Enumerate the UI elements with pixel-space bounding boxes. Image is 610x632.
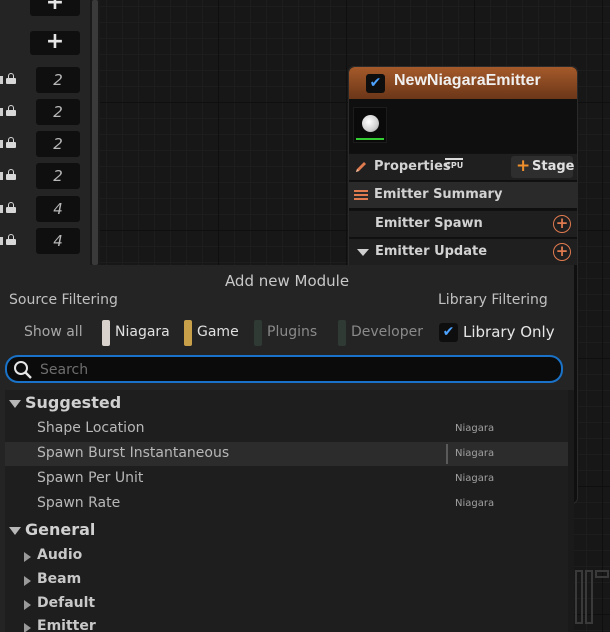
emitter-thumbnail[interactable]	[353, 107, 387, 143]
search-box[interactable]	[5, 355, 563, 383]
canvas-watermark-icon	[575, 570, 609, 624]
stage-label: Stage	[532, 159, 575, 174]
search-icon	[14, 361, 32, 379]
column-divider[interactable]	[446, 444, 448, 464]
emitter-update-label: Emitter Update	[375, 244, 488, 259]
properties-row[interactable]: Properties CPU + Stage	[349, 153, 577, 180]
list-item[interactable]: Shape Location Niagara	[5, 417, 568, 441]
lock-icon[interactable]	[6, 169, 16, 180]
category-label: General	[25, 520, 96, 539]
pencil-icon	[356, 162, 366, 172]
row-marker	[0, 108, 3, 116]
module-source: Niagara	[455, 498, 495, 509]
chip-label: Plugins	[267, 324, 318, 340]
module-source: Niagara	[455, 423, 495, 434]
left-panel-scrollbar[interactable]	[90, 0, 100, 265]
module-list[interactable]: Suggested Shape Location Niagara Spawn B…	[5, 390, 568, 632]
lock-icon[interactable]	[6, 234, 16, 245]
chip-label: Niagara	[115, 324, 170, 340]
module-name: Spawn Burst Instantaneous	[37, 445, 230, 461]
value-field[interactable]: 4	[36, 228, 80, 254]
chip-swatch	[184, 320, 192, 346]
category-label: Suggested	[25, 393, 122, 412]
subcategory-label: Emitter	[37, 618, 96, 632]
row-marker	[0, 205, 3, 213]
collapse-arrow-icon[interactable]	[357, 249, 369, 256]
properties-label: Properties	[374, 159, 451, 174]
add-module-icon[interactable]: +	[553, 243, 571, 261]
emitter-node-title: NewNiagaraEmitter	[394, 72, 541, 89]
emitter-update-row[interactable]: Emitter Update +	[349, 238, 577, 265]
niagara-graph-canvas[interactable]: + + 2 2 2 2 4 4 ✔ NewNiagaraEmitter Prop…	[0, 0, 610, 632]
add-module-panel: Add new Module Source Filtering Library …	[0, 265, 574, 632]
collapsed-arrow-icon[interactable]	[24, 623, 31, 632]
row-marker	[0, 172, 3, 180]
value-field[interactable]: 4	[36, 196, 80, 222]
add-button[interactable]: +	[30, 0, 80, 16]
module-name: Spawn Rate	[37, 495, 121, 511]
cpu-icon: CPU	[445, 158, 464, 170]
library-filtering-label: Library Filtering	[438, 292, 548, 308]
module-name: Shape Location	[37, 420, 145, 436]
search-input[interactable]	[40, 360, 540, 380]
subcategory-label: Audio	[37, 547, 83, 563]
lock-icon[interactable]	[6, 73, 16, 84]
collapsed-arrow-icon[interactable]	[24, 576, 31, 586]
show-all-button[interactable]: Show all	[24, 324, 83, 340]
value-field[interactable]: 2	[36, 131, 80, 157]
library-only-checkbox[interactable]: ✔	[439, 323, 458, 342]
subcategory-label: Default	[37, 595, 96, 611]
add-module-icon[interactable]: +	[553, 215, 571, 233]
value-field[interactable]: 2	[36, 67, 80, 93]
add-button[interactable]: +	[30, 31, 80, 55]
row-marker	[0, 140, 3, 148]
value-field[interactable]: 2	[36, 99, 80, 125]
row-marker	[0, 76, 3, 84]
thumbnail-status-bar	[356, 138, 384, 140]
collapsed-arrow-icon[interactable]	[24, 552, 31, 562]
expand-arrow-icon[interactable]	[9, 527, 21, 535]
panel-title: Add new Module	[224, 272, 350, 290]
list-icon	[354, 190, 368, 201]
add-stage-button[interactable]: + Stage	[511, 156, 575, 178]
module-source: Niagara	[455, 448, 495, 459]
plus-icon: +	[516, 156, 531, 176]
lock-icon[interactable]	[6, 202, 16, 213]
chip-label: Developer	[351, 324, 424, 340]
chip-swatch	[102, 320, 110, 346]
chip-swatch	[338, 320, 346, 346]
library-only-label[interactable]: Library Only	[463, 323, 555, 341]
module-name: Spawn Per Unit	[37, 470, 144, 486]
collapsed-arrow-icon[interactable]	[24, 600, 31, 610]
emitter-enabled-checkbox[interactable]: ✔	[366, 74, 385, 93]
source-filtering-label: Source Filtering	[9, 292, 118, 308]
emitter-spawn-row[interactable]: Emitter Spawn +	[349, 210, 577, 237]
row-marker	[0, 237, 3, 245]
lock-icon[interactable]	[6, 105, 16, 116]
list-item[interactable]: Spawn Rate Niagara	[5, 492, 568, 516]
value-field[interactable]: 2	[36, 163, 80, 189]
module-source: Niagara	[455, 473, 495, 484]
subcategory-label: Beam	[37, 571, 82, 587]
emitter-summary-label: Emitter Summary	[374, 187, 503, 202]
lock-icon[interactable]	[6, 137, 16, 148]
emitter-summary-row[interactable]: Emitter Summary	[349, 181, 577, 208]
chip-label: Game	[197, 324, 239, 340]
list-item[interactable]: Spawn Burst Instantaneous Niagara	[5, 442, 568, 466]
chip-swatch	[254, 320, 262, 346]
expand-arrow-icon[interactable]	[9, 400, 21, 408]
list-item[interactable]: Spawn Per Unit Niagara	[5, 467, 568, 491]
emitter-node-header[interactable]: ✔ NewNiagaraEmitter	[349, 67, 577, 99]
scrollbar-thumb[interactable]	[92, 0, 98, 265]
left-panel: + + 2 2 2 2 4 4	[0, 0, 90, 265]
sprite-preview-icon	[362, 115, 379, 132]
emitter-spawn-label: Emitter Spawn	[375, 216, 483, 231]
